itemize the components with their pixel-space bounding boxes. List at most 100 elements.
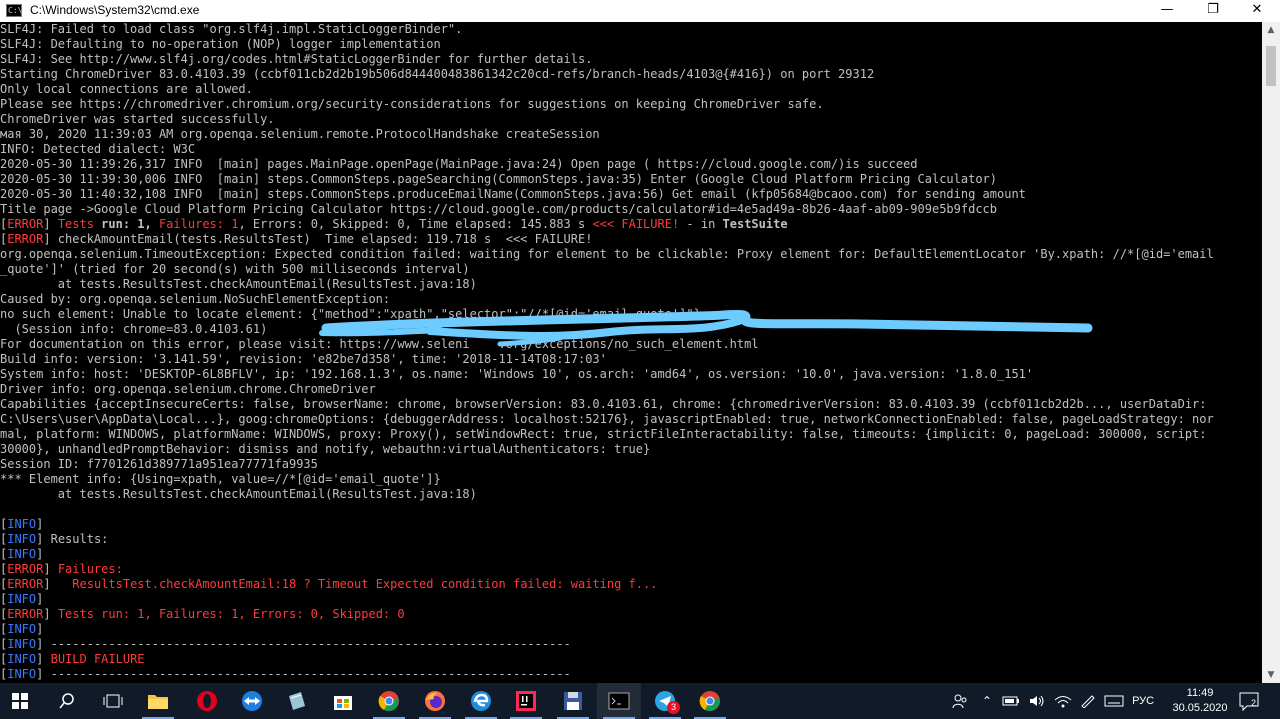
firefox-button[interactable] bbox=[413, 683, 457, 719]
console-line: [ERROR] Failures: bbox=[0, 562, 1262, 577]
store-button[interactable] bbox=[321, 683, 365, 719]
console-line: Session ID: f7701261d389771a951ea77771fa… bbox=[0, 457, 1262, 472]
console-line: at tests.ResultsTest.checkAmountEmail(Re… bbox=[0, 277, 1262, 292]
cmd-button[interactable] bbox=[597, 683, 641, 719]
console-text: SLF4J: Defaulting to no-operation (NOP) … bbox=[0, 37, 441, 51]
console-text: Session ID: f7701261d389771a951ea77771fa… bbox=[0, 457, 318, 471]
folder-icon bbox=[147, 692, 169, 710]
intellij-button[interactable] bbox=[504, 683, 548, 719]
console-line: Driver info: org.openqa.selenium.chrome.… bbox=[0, 382, 1262, 397]
search-icon bbox=[58, 692, 76, 710]
info-tag: INFO bbox=[7, 517, 37, 531]
close-button[interactable]: ✕ bbox=[1234, 0, 1280, 22]
edge-button[interactable] bbox=[459, 683, 503, 719]
console-text: Failures: bbox=[57, 562, 123, 576]
console-line: [ERROR] Tests run: 1, Failures: 1, Error… bbox=[0, 607, 1262, 622]
search-button[interactable] bbox=[45, 683, 89, 719]
console-line: SLF4J: See http://www.slf4j.org/codes.ht… bbox=[0, 52, 1262, 67]
info-tag: INFO bbox=[7, 547, 37, 561]
start-button[interactable] bbox=[0, 683, 42, 719]
clock[interactable]: 11:49 30.05.2020 bbox=[1170, 686, 1230, 716]
language-indicator[interactable]: РУС bbox=[1132, 695, 1154, 707]
console-line: мая 30, 2020 11:39:03 AM org.openqa.sele… bbox=[0, 127, 1262, 142]
notification-count: 2 bbox=[1251, 698, 1257, 708]
console-text: ] bbox=[36, 547, 44, 561]
console-text: ResultsTest.checkAmountEmail:18 ? Timeou… bbox=[72, 577, 658, 591]
console-text: ] bbox=[36, 622, 44, 636]
console-text: ] Results: bbox=[36, 532, 109, 546]
vertical-scrollbar[interactable]: ▲ ▼ bbox=[1262, 22, 1280, 683]
notification-icon bbox=[1239, 692, 1259, 711]
console-text: C:\Users\user\AppData\Local...}, goog:ch… bbox=[0, 412, 1214, 426]
console-line: 30000}, unhandledPromptBehavior: dismiss… bbox=[0, 442, 1262, 457]
scroll-down-arrow-icon[interactable]: ▼ bbox=[1262, 667, 1280, 683]
battery-icon[interactable] bbox=[1002, 695, 1020, 707]
chrome-second-button[interactable] bbox=[688, 683, 732, 719]
scroll-thumb[interactable] bbox=[1266, 46, 1276, 86]
error-tag: ERROR bbox=[7, 577, 44, 591]
task-view-button[interactable] bbox=[91, 683, 135, 719]
intellij-icon bbox=[515, 690, 537, 712]
console-line: [INFO] Results: bbox=[0, 532, 1262, 547]
save-app-button[interactable] bbox=[551, 683, 595, 719]
console-line: [INFO] ---------------------------------… bbox=[0, 667, 1262, 682]
chevron-up-icon[interactable]: ⌃ bbox=[982, 694, 992, 708]
chrome-button[interactable] bbox=[367, 683, 411, 719]
console-text: ] bbox=[43, 217, 58, 231]
console-line: at tests.ResultsTest.checkAmountEmail(Re… bbox=[0, 487, 1262, 502]
console-line: [INFO] bbox=[0, 547, 1262, 562]
console-line: [INFO] bbox=[0, 592, 1262, 607]
teamviewer-button[interactable] bbox=[230, 683, 274, 719]
clock-date: 30.05.2020 bbox=[1172, 702, 1228, 714]
opera-button[interactable] bbox=[185, 683, 229, 719]
console-lines: SLF4J: Failed to load class "org.slf4j.i… bbox=[0, 22, 1262, 682]
console-text: run: 1, bbox=[101, 217, 159, 231]
console-text: TestSuite bbox=[722, 217, 788, 231]
console-text: 30000}, unhandledPromptBehavior: dismiss… bbox=[0, 442, 651, 456]
volume-icon[interactable] bbox=[1028, 694, 1046, 708]
notes-icon bbox=[286, 690, 308, 712]
console-text: For documentation on this error, please … bbox=[0, 337, 759, 351]
minimize-button[interactable]: — bbox=[1144, 0, 1190, 22]
system-tray: ⌃ РУС bbox=[952, 683, 1154, 719]
console-text: System info: host: 'DESKTOP-6L8BFLV', ip… bbox=[0, 367, 1034, 381]
wifi-icon[interactable] bbox=[1054, 694, 1072, 708]
console-text: Failures: 1 bbox=[158, 217, 239, 231]
console-text: 2020-05-30 11:39:26,317 INFO [main] page… bbox=[0, 157, 918, 171]
console-text: 2020-05-30 11:39:30,006 INFO [main] step… bbox=[0, 172, 997, 186]
error-tag: ERROR bbox=[7, 562, 44, 576]
console-line: Only local connections are allowed. bbox=[0, 82, 1262, 97]
console-line: [ERROR] checkAmountEmail(tests.ResultsTe… bbox=[0, 232, 1262, 247]
console-text: BUILD FAILURE bbox=[50, 652, 145, 666]
notification-center-button[interactable]: 2 bbox=[1238, 683, 1260, 719]
console-line: ChromeDriver was started successfully. bbox=[0, 112, 1262, 127]
scroll-up-arrow-icon[interactable]: ▲ bbox=[1262, 22, 1280, 38]
console-text: - in bbox=[679, 217, 723, 231]
console-line: Please see https://chromedriver.chromium… bbox=[0, 97, 1262, 112]
clock-time: 11:49 bbox=[1186, 687, 1214, 699]
console-text: ] bbox=[36, 517, 44, 531]
console-text: (Session info: chrome=83.0.4103.61) bbox=[0, 322, 268, 336]
file-explorer-button[interactable] bbox=[136, 683, 180, 719]
console-line: [INFO] ---------------------------------… bbox=[0, 637, 1262, 652]
console-text: мая 30, 2020 11:39:03 AM org.openqa.sele… bbox=[0, 127, 600, 141]
console-output[interactable]: SLF4J: Failed to load class "org.slf4j.i… bbox=[0, 22, 1262, 683]
console-text: at tests.ResultsTest.checkAmountEmail(Re… bbox=[0, 277, 477, 291]
keyboard-icon[interactable] bbox=[1104, 694, 1124, 708]
console-text: Capabilities {acceptInsecureCerts: false… bbox=[0, 397, 1207, 411]
console-text: Please see https://chromedriver.chromium… bbox=[0, 97, 824, 111]
info-tag: INFO bbox=[7, 622, 37, 636]
console-text: Build info: version: '3.141.59', revisio… bbox=[0, 352, 607, 366]
title-bar[interactable]: C:\ C:\Windows\System32\cmd.exe — ❐ ✕ bbox=[0, 0, 1280, 23]
console-line: [INFO] bbox=[0, 517, 1262, 532]
cmd-window-icon: C:\ bbox=[6, 4, 23, 17]
notes-button[interactable] bbox=[275, 683, 319, 719]
maximize-button[interactable]: ❐ bbox=[1190, 0, 1236, 22]
console-line: For documentation on this error, please … bbox=[0, 337, 1262, 352]
telegram-button[interactable]: 3 bbox=[643, 683, 687, 719]
pen-icon[interactable] bbox=[1080, 694, 1096, 708]
console-line: [ERROR] Tests run: 1, Failures: 1, Error… bbox=[0, 217, 1262, 232]
cmd-icon bbox=[608, 692, 630, 710]
people-icon[interactable] bbox=[952, 693, 968, 709]
